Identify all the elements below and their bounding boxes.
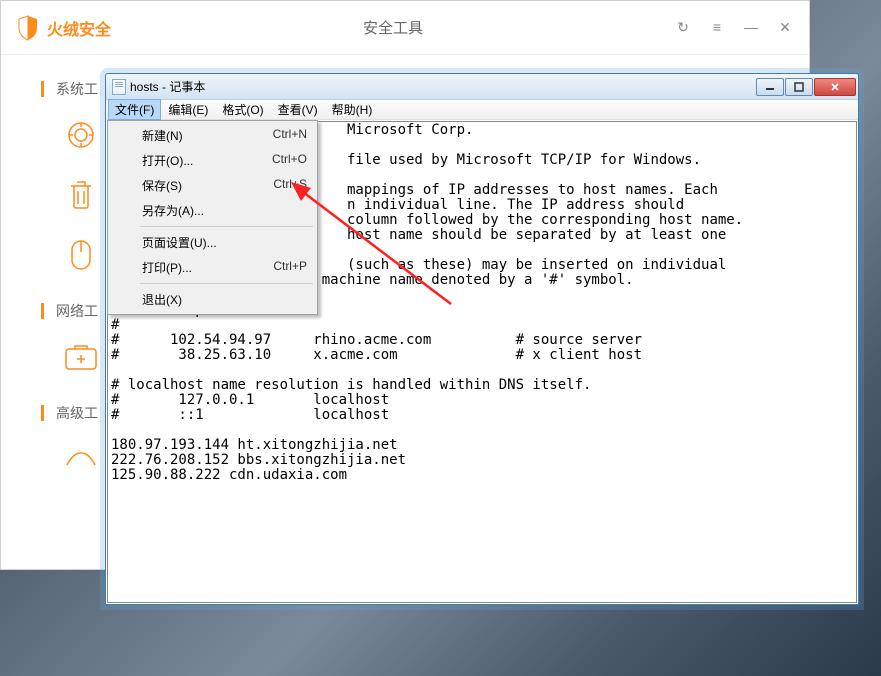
close-button[interactable]: ✕ (777, 19, 793, 36)
menu-item-save[interactable]: 保存(S) Ctrl+S (110, 173, 315, 198)
menu-separator (140, 226, 313, 227)
tool-advanced-icon[interactable] (63, 441, 99, 477)
menu-item-open[interactable]: 打开(O)... Ctrl+O (110, 148, 315, 173)
notepad-window: hosts - 记事本 文件(F) 编辑(E) 格式(O) 查看(V) 帮助(H… (105, 73, 859, 605)
section-network-title: 网络工 (56, 301, 98, 321)
menu-item-exit[interactable]: 退出(X) (110, 287, 315, 312)
section-marker (41, 405, 44, 421)
menu-separator (140, 283, 313, 284)
section-marker (41, 81, 44, 97)
shield-icon (17, 15, 39, 41)
huorong-brand-text: 火绒安全 (47, 16, 111, 40)
menu-edit[interactable]: 编辑(E) (161, 99, 215, 120)
tool-scan-icon[interactable] (63, 117, 99, 153)
notepad-titlebar[interactable]: hosts - 记事本 (106, 74, 858, 100)
section-advanced-title: 高级工 (56, 403, 98, 423)
huorong-logo: 火绒安全 (17, 15, 111, 41)
section-system-title: 系统工 (56, 79, 98, 99)
menu-item-pagesetup[interactable]: 页面设置(U)... (110, 230, 315, 255)
menu-item-new[interactable]: 新建(N) Ctrl+N (110, 123, 315, 148)
tool-mouse-icon[interactable] (63, 237, 99, 273)
menu-button[interactable]: ≡ (709, 19, 725, 36)
tool-firstaid-icon[interactable] (63, 339, 99, 375)
file-menu-dropdown: 新建(N) Ctrl+N 打开(O)... Ctrl+O 保存(S) Ctrl+… (107, 120, 318, 315)
menu-file[interactable]: 文件(F) (108, 99, 161, 120)
menu-item-print[interactable]: 打印(P)... Ctrl+P (110, 255, 315, 280)
huorong-page-title: 安全工具 (111, 17, 675, 38)
minimize-button[interactable]: — (743, 19, 759, 36)
menu-help[interactable]: 帮助(H) (325, 99, 380, 120)
refresh-button[interactable]: ↻ (675, 19, 691, 36)
close-button[interactable] (814, 78, 856, 96)
maximize-button[interactable] (785, 78, 813, 96)
minimize-button[interactable] (756, 78, 784, 96)
notepad-menubar: 文件(F) 编辑(E) 格式(O) 查看(V) 帮助(H) (106, 100, 858, 120)
notepad-icon (112, 79, 126, 95)
menu-item-saveas[interactable]: 另存为(A)... (110, 198, 315, 223)
tool-trash-icon[interactable] (63, 177, 99, 213)
section-marker (41, 303, 44, 319)
menu-view[interactable]: 查看(V) (271, 99, 325, 120)
menu-format[interactable]: 格式(O) (215, 99, 270, 120)
huorong-titlebar[interactable]: 火绒安全 安全工具 ↻ ≡ — ✕ (1, 1, 809, 55)
notepad-title: hosts - 记事本 (130, 78, 756, 95)
